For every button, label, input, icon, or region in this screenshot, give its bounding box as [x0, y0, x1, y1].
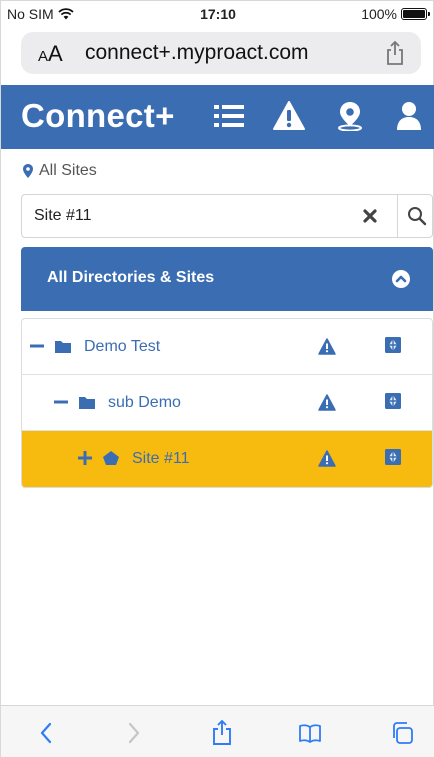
battery-fill [403, 10, 425, 18]
address-bar[interactable]: AA connect+.myproact.com [21, 32, 421, 74]
network-icon[interactable] [384, 336, 402, 354]
user-icon[interactable] [391, 98, 427, 134]
tree-row-label[interactable]: sub Demo [108, 394, 181, 412]
forward-icon[interactable] [121, 720, 147, 746]
collapse-icon[interactable] [54, 395, 68, 409]
network-icon[interactable] [384, 392, 402, 410]
share-icon[interactable] [209, 720, 235, 746]
directory-title: All Directories & Sites [47, 269, 215, 286]
warning-icon[interactable] [318, 450, 336, 467]
text-size-button[interactable]: AA [38, 41, 63, 67]
app-header: Connect+ [1, 85, 434, 149]
location-pin-icon[interactable] [332, 98, 368, 134]
map-marker-icon [23, 164, 33, 178]
status-bar: No SIM 17:10 100% [1, 1, 434, 27]
list-icon[interactable] [211, 98, 247, 134]
expand-icon[interactable] [78, 451, 92, 465]
chevron-up-circle-icon[interactable] [391, 269, 411, 289]
directory-header[interactable]: All Directories & Sites [21, 247, 433, 311]
search-input[interactable] [22, 195, 342, 237]
tree-row-directory[interactable]: sub Demo [22, 375, 432, 431]
search-divider [397, 195, 398, 237]
breadcrumb[interactable]: All Sites [23, 162, 97, 180]
warning-icon[interactable] [318, 394, 336, 411]
page-share-icon[interactable] [383, 40, 407, 66]
site-search [21, 194, 433, 238]
url-text[interactable]: connect+.myproact.com [85, 41, 309, 65]
breadcrumb-label[interactable]: All Sites [39, 162, 97, 180]
search-icon[interactable] [406, 205, 428, 227]
warning-icon[interactable] [271, 98, 307, 134]
tabs-icon[interactable] [389, 720, 415, 746]
clear-icon[interactable] [360, 206, 380, 226]
battery-icon [401, 8, 430, 20]
directory-tree: Demo Test sub Demo Site #11 [21, 318, 433, 488]
phone-screen: No SIM 17:10 100% AA connect+.myproact.c… [0, 0, 434, 757]
warning-icon[interactable] [318, 338, 336, 355]
tree-row-site[interactable]: Site #11 [22, 431, 432, 487]
network-icon[interactable] [384, 448, 402, 466]
site-icon [102, 450, 120, 466]
tree-row-label[interactable]: Demo Test [84, 338, 160, 356]
folder-icon [78, 394, 96, 410]
bookmarks-icon[interactable] [297, 720, 323, 746]
browser-toolbar [1, 705, 434, 757]
app-brand[interactable]: Connect+ [21, 97, 175, 135]
collapse-icon[interactable] [30, 339, 44, 353]
tree-row-directory[interactable]: Demo Test [22, 319, 432, 375]
back-icon[interactable] [33, 720, 59, 746]
tree-row-label[interactable]: Site #11 [132, 450, 190, 468]
battery-group: 100% [361, 6, 430, 22]
folder-icon [54, 338, 72, 354]
battery-percent: 100% [361, 6, 397, 22]
